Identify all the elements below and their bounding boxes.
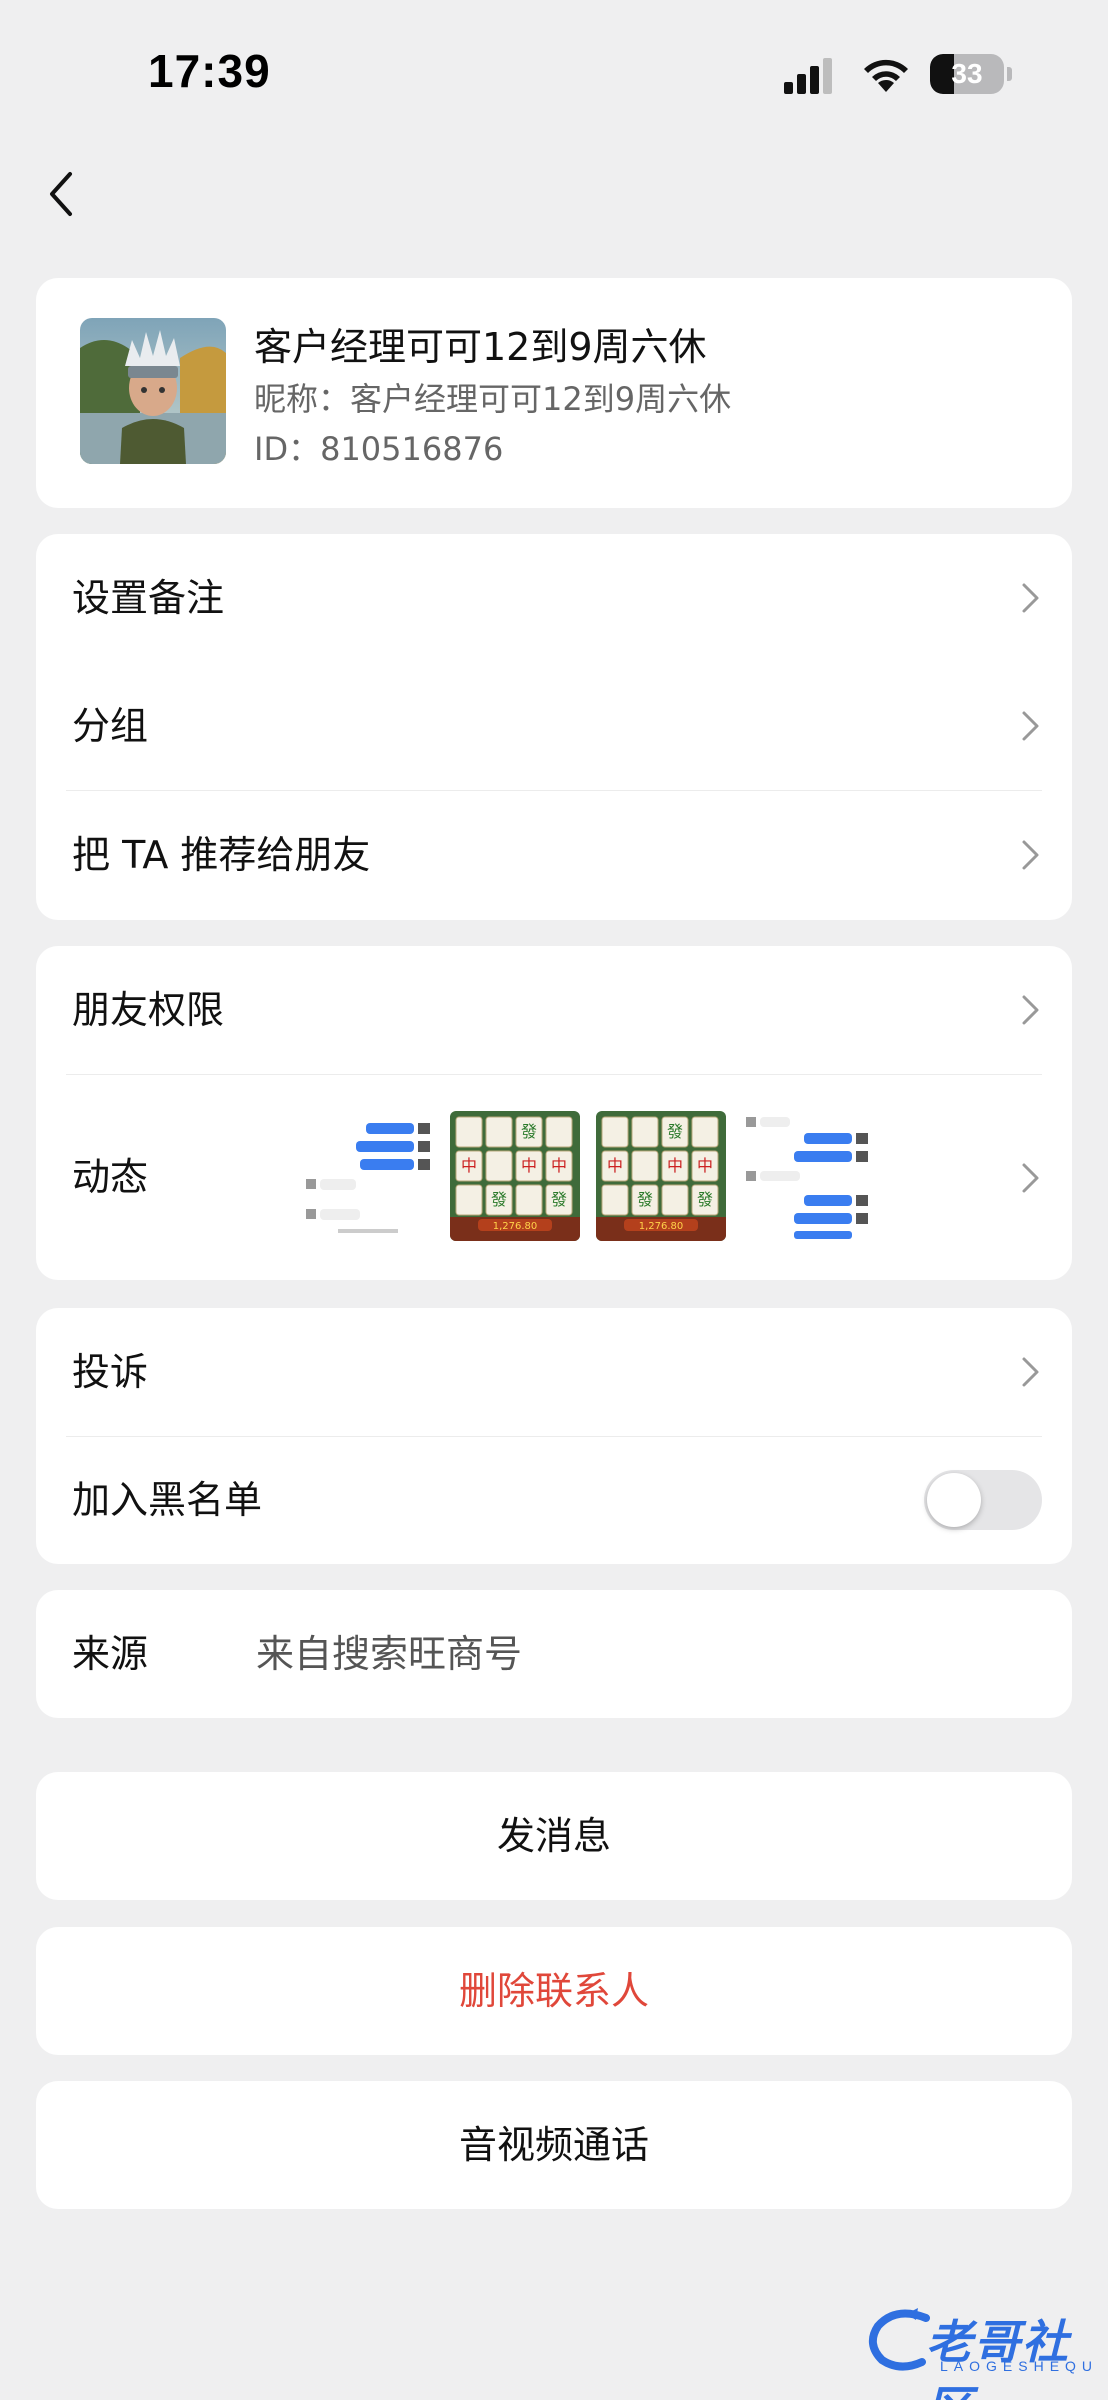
- profile-card: 客户经理可可12到9周六休 昵称：客户经理可可12到9周六休 ID：810516…: [36, 278, 1072, 508]
- svg-text:中: 中: [667, 1156, 683, 1175]
- status-bar: 17:39 33: [0, 0, 1108, 150]
- settings-card: 设置备注 分组 把 TA 推荐给朋友: [36, 534, 1072, 920]
- moments-row[interactable]: 动态 中 中 中 發 發 發 1,276.80 中 中 中 發 發 發 1,27…: [36, 1075, 1072, 1280]
- source-card: 来源 来自搜索旺商号: [36, 1590, 1072, 1718]
- watermark-logo: 老哥社区 LAOGESHEQU: [866, 2300, 1099, 2400]
- svg-text:發: 發: [637, 1190, 653, 1209]
- toggle-knob: [927, 1473, 981, 1527]
- chevron-right-icon: [1022, 1357, 1039, 1387]
- watermark-subtitle: LAOGESHEQU: [940, 2358, 1099, 2374]
- svg-text:發: 發: [667, 1122, 683, 1141]
- moment-thumbnail: 中中中 發發發 1,276.80: [596, 1111, 726, 1241]
- moment-thumbnail: [742, 1111, 872, 1241]
- chevron-right-icon: [1022, 711, 1039, 741]
- recommend-label: 把 TA 推荐给朋友: [72, 833, 371, 877]
- recommend-row[interactable]: 把 TA 推荐给朋友: [36, 791, 1072, 919]
- profile-nickname: 昵称：客户经理可可12到9周六休: [254, 380, 732, 418]
- svg-text:發: 發: [551, 1190, 567, 1209]
- moment-thumbnail: [304, 1111, 434, 1241]
- svg-text:發: 發: [491, 1190, 507, 1209]
- signal-icon: [784, 58, 832, 94]
- svg-text:中: 中: [521, 1156, 537, 1175]
- permissions-label: 朋友权限: [72, 988, 225, 1032]
- blacklist-row: 加入黑名单: [36, 1436, 1072, 1564]
- svg-text:中: 中: [697, 1156, 713, 1175]
- svg-text:中: 中: [461, 1156, 477, 1175]
- chevron-right-icon: [1022, 840, 1039, 870]
- delete-contact-button[interactable]: 删除联系人: [36, 1927, 1072, 2055]
- send-message-button[interactable]: 发消息: [36, 1772, 1072, 1900]
- profile-id: ID：810516876: [254, 430, 504, 468]
- complain-row[interactable]: 投诉: [36, 1308, 1072, 1436]
- svg-text:發: 發: [697, 1190, 713, 1209]
- status-time: 17:39: [148, 45, 271, 97]
- wifi-icon: [864, 59, 908, 92]
- chevron-right-icon: [1022, 583, 1039, 613]
- svg-text:中: 中: [551, 1156, 567, 1175]
- source-value: 来自搜索旺商号: [256, 1632, 523, 1676]
- privacy-card: 朋友权限 动态 中 中 中 發 發 發 1,276.80 中 中 中 發 發 發…: [36, 946, 1072, 1280]
- moment-thumbnail: 中中中 發發發 1,276.80: [450, 1111, 580, 1241]
- chevron-left-icon: [50, 172, 72, 216]
- group-row[interactable]: 分组: [36, 662, 1072, 790]
- chevron-right-icon: [1022, 1163, 1039, 1192]
- complain-label: 投诉: [72, 1350, 149, 1394]
- svg-text:發: 發: [521, 1122, 537, 1141]
- mahjong-win-amount: 1,276.80: [493, 1221, 538, 1232]
- battery-percent: 33: [951, 58, 983, 89]
- chevron-right-icon: [1022, 995, 1039, 1025]
- mahjong-win-amount: 1,276.80: [639, 1221, 684, 1232]
- set-remark-label: 设置备注: [72, 576, 225, 620]
- avatar[interactable]: [80, 318, 226, 464]
- battery-icon: 33: [930, 54, 1012, 94]
- safety-card: 投诉 加入黑名单: [36, 1308, 1072, 1564]
- watermark-title: 老哥社区: [926, 2315, 1070, 2400]
- moments-label: 动态: [72, 1155, 149, 1199]
- permissions-row[interactable]: 朋友权限: [36, 946, 1072, 1074]
- group-label: 分组: [72, 704, 149, 748]
- set-remark-row[interactable]: 设置备注: [36, 534, 1072, 662]
- svg-text:中: 中: [607, 1156, 623, 1175]
- back-button[interactable]: [38, 166, 88, 222]
- blacklist-label: 加入黑名单: [72, 1478, 263, 1522]
- av-call-button[interactable]: 音视频通话: [36, 2081, 1072, 2209]
- blacklist-toggle[interactable]: [924, 1470, 1042, 1530]
- profile-name: 客户经理可可12到9周六休: [254, 325, 707, 369]
- source-label: 来源: [72, 1632, 149, 1676]
